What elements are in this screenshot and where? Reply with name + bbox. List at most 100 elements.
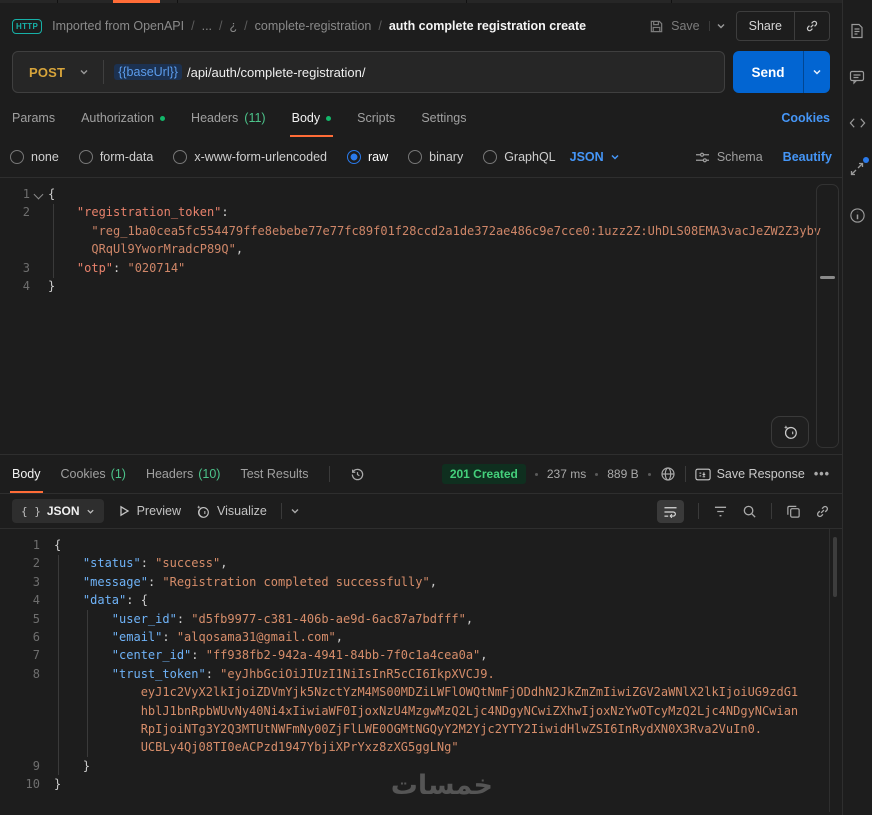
documentation-icon[interactable] (848, 22, 866, 40)
network-globe-icon[interactable] (660, 466, 676, 482)
save-icon (649, 19, 664, 34)
code-line: 4 "data": { (0, 591, 842, 609)
info-icon[interactable] (848, 206, 866, 224)
filter-icon[interactable] (713, 505, 728, 518)
baseurl-variable[interactable]: {{baseUrl}} (114, 64, 182, 80)
play-icon (119, 505, 129, 517)
response-format-select[interactable]: { } JSON (12, 499, 104, 523)
code-token: : (162, 630, 177, 645)
request-editor-scrollbar[interactable] (816, 184, 839, 448)
tab-body[interactable]: Body (289, 99, 333, 137)
breadcrumb-segment[interactable]: Imported from OpenAPI (52, 19, 184, 33)
code-token: : (221, 205, 229, 220)
line-number: 3 (32, 574, 40, 589)
line-number: 3 (22, 260, 30, 275)
fold-toggle[interactable] (30, 185, 48, 203)
response-time[interactable]: 237 ms (547, 467, 586, 481)
mode-raw[interactable]: raw (347, 150, 388, 164)
method-label: POST (29, 64, 66, 80)
response-scrollbar[interactable] (833, 537, 837, 597)
more-options-button[interactable]: ••• (814, 467, 830, 481)
status-badge[interactable]: 201 Created (441, 464, 526, 484)
code-token: : (191, 648, 206, 663)
tab-settings[interactable]: Settings (421, 99, 466, 137)
tab-headers[interactable]: Headers (11) (191, 99, 266, 137)
mode-binary[interactable]: binary (408, 150, 463, 164)
response-tab-cookies[interactable]: Cookies (1) (61, 455, 126, 493)
scrollbar-thumb[interactable] (820, 276, 835, 279)
share-group: Share (735, 11, 830, 41)
tab-scripts[interactable]: Scripts (357, 99, 395, 137)
indent-guide (87, 610, 88, 757)
save-options-chevron[interactable] (708, 21, 726, 31)
chevron-down-icon (611, 154, 619, 160)
right-sidebar (843, 0, 871, 815)
method-selector[interactable]: POST (13, 65, 103, 80)
breadcrumb-separator: / (244, 19, 248, 33)
save-button[interactable]: Save (645, 15, 730, 38)
fold-gutter (40, 554, 54, 572)
share-button[interactable]: Share (737, 19, 794, 33)
send-button[interactable]: Send (733, 51, 803, 93)
code-token: "ff938fb2-942a-4941-84bb-7f0c1a4cea0a" (205, 648, 481, 663)
fold-gutter (40, 628, 54, 646)
url-row: POST {{baseUrl}} /api/auth/complete-regi… (0, 49, 842, 99)
fold-gutter (40, 646, 54, 664)
mode-none[interactable]: none (10, 150, 59, 164)
save-label: Save (671, 19, 700, 33)
code-snippet-icon[interactable] (848, 114, 866, 132)
wrap-text-button[interactable] (657, 499, 684, 523)
divider (698, 503, 699, 519)
schema-button[interactable]: Schema (695, 150, 763, 164)
response-size[interactable]: 889 B (607, 467, 638, 481)
mode-graphql[interactable]: GraphQL (483, 150, 556, 164)
code-token: : (176, 611, 192, 626)
link-icon[interactable] (815, 504, 830, 519)
request-body-editor[interactable]: 1{2 "registration_token": "reg_1ba0cea5f… (0, 177, 842, 454)
breadcrumb-segment[interactable]: complete-registration (255, 19, 372, 33)
breadcrumb-separator: / (191, 19, 195, 33)
tab-divider (466, 0, 467, 3)
related-requests-icon[interactable] (848, 157, 869, 178)
preview-button[interactable]: Preview (118, 504, 181, 518)
response-tab-headers[interactable]: Headers (10) (146, 455, 220, 493)
response-tab-body[interactable]: Body (10, 455, 42, 493)
save-response-button[interactable]: Save Response (694, 467, 805, 481)
code-content: "center_id": "ff938fb2-942a-4941-84bb-7f… (54, 646, 842, 664)
share-link-button[interactable] (794, 12, 829, 40)
active-tab-indicator (113, 0, 160, 3)
divider (684, 466, 686, 482)
mode-x-www-form-urlencoded[interactable]: x-www-form-urlencoded (173, 150, 327, 164)
response-history-icon[interactable] (350, 467, 365, 482)
visualize-button[interactable]: Visualize (195, 504, 267, 519)
breadcrumb-segment[interactable]: ... (202, 19, 212, 33)
code-token: { (54, 538, 62, 552)
code-token: "alqosama31@gmail.com" (176, 630, 336, 645)
breadcrumb-current: auth complete registration create (388, 19, 587, 33)
postbot-button[interactable] (771, 416, 809, 448)
send-options-chevron[interactable] (803, 51, 830, 93)
raw-language-select[interactable]: JSON (570, 150, 620, 164)
fold-gutter (40, 702, 54, 720)
code-content: UCBLy4Qj08TI0eACPzd1947YbjiXPrYxz8zXG5gg… (54, 738, 842, 756)
copy-icon[interactable] (786, 504, 801, 519)
tab-params[interactable]: Params (12, 99, 55, 137)
breadcrumb-segment[interactable]: ¿ (230, 19, 238, 33)
cookies-link[interactable]: Cookies (781, 111, 830, 125)
url-input[interactable]: {{baseUrl}} /api/auth/complete-registrat… (104, 64, 375, 80)
code-content: hblJ1bnRpbWUvNy40Ni4xIiwiaWF0IjoxNzU4Mzg… (54, 702, 842, 720)
visualize-chevron[interactable] (290, 506, 300, 516)
line-number: 4 (22, 279, 30, 294)
radio-icon (408, 150, 423, 164)
mode-form-data[interactable]: form-data (78, 150, 153, 164)
code-token: , (220, 556, 228, 571)
search-icon[interactable] (742, 504, 757, 519)
beautify-button[interactable]: Beautify (783, 150, 832, 164)
comments-icon[interactable] (848, 68, 866, 86)
response-tab-test-results[interactable]: Test Results (240, 455, 308, 493)
tab-authorization[interactable]: Authorization (81, 99, 166, 137)
main-column: HTTP Imported from OpenAPI /... / ¿ / complet… (0, 0, 843, 815)
code-content: RpIjoiNTg3Y2Q3MTUtNWFmNy00ZjFlLWE0OGMtNG… (54, 720, 842, 738)
